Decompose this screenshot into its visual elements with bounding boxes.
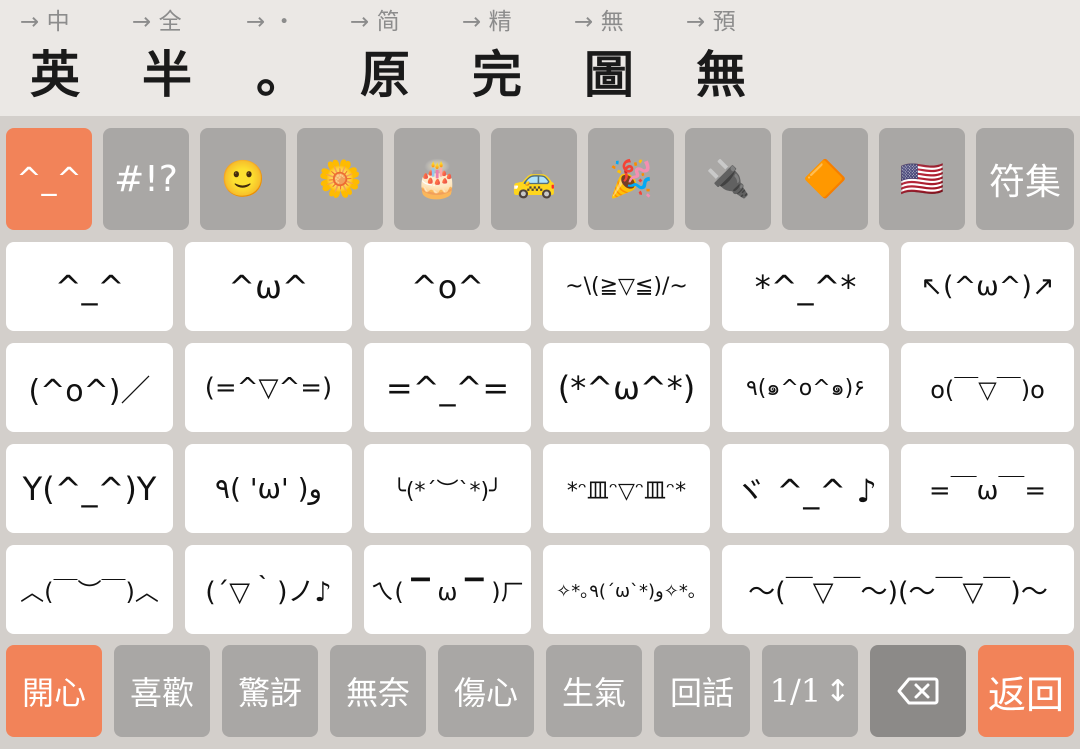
mode-bar: → 中 英 → 全 半 → ・ 。 → 简 原 → 精 完 → 無 圖 → 預 … <box>0 0 1080 116</box>
emoticon-key[interactable]: (=^▽^=) <box>185 343 352 432</box>
emoticon-key[interactable]: =￣ω￣= <box>901 444 1074 533</box>
emoticon-text: ╰(*´︶`*)╯ <box>392 478 503 504</box>
mode-hint: → 中 <box>20 9 70 35</box>
mode-label: 英 <box>30 45 80 104</box>
category-tab-kaomoji[interactable]: ^_^ <box>6 128 92 230</box>
emoticon-key[interactable]: *ᵔ皿ᵔ▽ᵔ皿ᵔ* <box>543 444 710 533</box>
mood-tab-like[interactable]: 喜歡 <box>114 645 210 737</box>
mode-label: 完 <box>472 45 522 104</box>
mode-toggle-prediction[interactable]: → 預 無 <box>666 0 778 116</box>
emoticon-key[interactable]: ～(￣▽￣～)(～￣▽￣)～ <box>722 545 1074 634</box>
emoticon-key[interactable]: (*^ω^*) <box>543 343 710 432</box>
emoticon-text: (´▽｀)ノ♪ <box>205 577 332 608</box>
emoticon-text: ٩( 'ω' )و <box>214 472 323 505</box>
emoticon-text: ヾ ^_^ ♪ <box>734 471 877 510</box>
orange-diamond-icon[interactable]: 🔶 <box>782 128 868 230</box>
mode-label: 原 <box>360 45 410 104</box>
mode-toggle-chinese-english[interactable]: → 中 英 <box>0 0 112 116</box>
mode-label: 圖 <box>584 45 634 104</box>
mode-label: 。 <box>256 45 306 104</box>
mode-label: 無 <box>696 45 746 104</box>
mood-tab-angry[interactable]: 生氣 <box>546 645 642 737</box>
emoticon-key[interactable]: ٩( 'ω' )و <box>185 444 352 533</box>
emoticon-text: (=^▽^=) <box>204 372 333 403</box>
page-indicator-label: 1/1 <box>769 672 822 710</box>
mode-hint: → 简 <box>350 9 400 35</box>
mode-toggle-image[interactable]: → 無 圖 <box>554 0 666 116</box>
emoticon-key[interactable]: *^_^* <box>722 242 889 331</box>
emoticon-text: *^_^* <box>754 267 857 306</box>
emoticon-key[interactable]: ^o^ <box>364 242 531 331</box>
emoticon-key[interactable]: =^_^= <box>364 343 531 432</box>
emoticon-text: ㄟ( ▔ ω ▔ )ㄏ <box>370 578 525 606</box>
emoticon-text: ٩(๑^o^๑)۶ <box>745 376 866 401</box>
backspace-button[interactable] <box>870 645 966 737</box>
mood-tab-surprise[interactable]: 驚訝 <box>222 645 318 737</box>
emoticon-key[interactable]: (^o^)／ <box>6 343 173 432</box>
emoticon-text: =￣ω￣= <box>928 476 1047 506</box>
mode-hint: → ・ <box>246 9 296 35</box>
mood-tab-sad[interactable]: 傷心 <box>438 645 534 737</box>
emoticon-text: ~\(≧▽≦)/~ <box>565 274 688 299</box>
mood-tab-happy[interactable]: 開心 <box>6 645 102 737</box>
mood-tab-helpless[interactable]: 無奈 <box>330 645 426 737</box>
emoticon-text: (^o^)／ <box>28 373 151 409</box>
emoticon-text: ︿(￣︶￣)︿ <box>20 578 159 606</box>
us-flag-icon[interactable]: 🇺🇸 <box>879 128 965 230</box>
party-popper-icon[interactable]: 🎉 <box>588 128 674 230</box>
backspace-icon <box>897 677 939 705</box>
mood-tab-reply[interactable]: 回話 <box>654 645 750 737</box>
emoticon-key[interactable]: ︿(￣︶￣)︿ <box>6 545 173 634</box>
emoticon-text: ^o^ <box>410 267 485 306</box>
mode-hint: → 全 <box>132 9 182 35</box>
emoticon-key[interactable]: ヾ ^_^ ♪ <box>722 444 889 533</box>
mode-toggle-width[interactable]: → 全 半 <box>112 0 224 116</box>
emoticon-key[interactable]: o(￣▽￣)o <box>901 343 1074 432</box>
emoticon-key[interactable]: ^_^ <box>6 242 173 331</box>
emoticon-text: ^_^ <box>54 267 125 306</box>
emoticon-key[interactable]: ٩(๑^o^๑)۶ <box>722 343 889 432</box>
mode-hint: → 精 <box>462 9 512 35</box>
back-button[interactable]: 返回 <box>978 645 1074 737</box>
emoticon-text: ～(￣▽￣～)(～￣▽￣)～ <box>748 577 1048 608</box>
category-tab-symbols[interactable]: #!? <box>103 128 189 230</box>
emoticon-text: o(￣▽￣)o <box>930 376 1045 404</box>
emoticon-key[interactable]: ✧*｡٩(ˊωˋ*)و✧*｡ <box>543 545 710 634</box>
up-down-arrow-icon: ↕ <box>825 673 851 709</box>
flower-icon[interactable]: 🌼 <box>297 128 383 230</box>
emoticon-key[interactable]: ㄟ( ▔ ω ▔ )ㄏ <box>364 545 531 634</box>
emoticon-key[interactable]: ~\(≧▽≦)/~ <box>543 242 710 331</box>
taxi-icon[interactable]: 🚕 <box>491 128 577 230</box>
emoticon-key[interactable]: ╰(*´︶`*)╯ <box>364 444 531 533</box>
page-indicator-button[interactable]: 1/1 ↕ <box>762 645 858 737</box>
cake-icon[interactable]: 🎂 <box>394 128 480 230</box>
smiley-icon[interactable]: 🙂 <box>200 128 286 230</box>
mode-toggle-simplified[interactable]: → 简 原 <box>330 0 442 116</box>
mode-hint: → 預 <box>686 9 736 35</box>
emoticon-text: ^ω^ <box>228 267 309 306</box>
emoticon-text: (*^ω^*) <box>557 368 696 407</box>
emoticon-text: =^_^= <box>385 368 510 407</box>
category-tab-symbol-set[interactable]: 符集 <box>976 128 1074 230</box>
mode-toggle-precision[interactable]: → 精 完 <box>442 0 554 116</box>
emoticon-key[interactable]: (´▽｀)ノ♪ <box>185 545 352 634</box>
emoticon-text: ✧*｡٩(ˊωˋ*)و✧*｡ <box>556 580 697 602</box>
emoticon-key[interactable]: ^ω^ <box>185 242 352 331</box>
emoticon-text: ↖(^ω^)↗ <box>920 271 1055 302</box>
mode-label: 半 <box>142 45 192 104</box>
emoticon-key[interactable]: Y(^_^)Y <box>6 444 173 533</box>
mode-toggle-punctuation[interactable]: → ・ 。 <box>226 0 338 116</box>
mode-hint: → 無 <box>574 9 624 35</box>
emoticon-text: Y(^_^)Y <box>22 469 157 508</box>
emoticon-text: *ᵔ皿ᵔ▽ᵔ皿ᵔ* <box>566 478 687 504</box>
plug-icon[interactable]: 🔌 <box>685 128 771 230</box>
emoticon-key[interactable]: ↖(^ω^)↗ <box>901 242 1074 331</box>
